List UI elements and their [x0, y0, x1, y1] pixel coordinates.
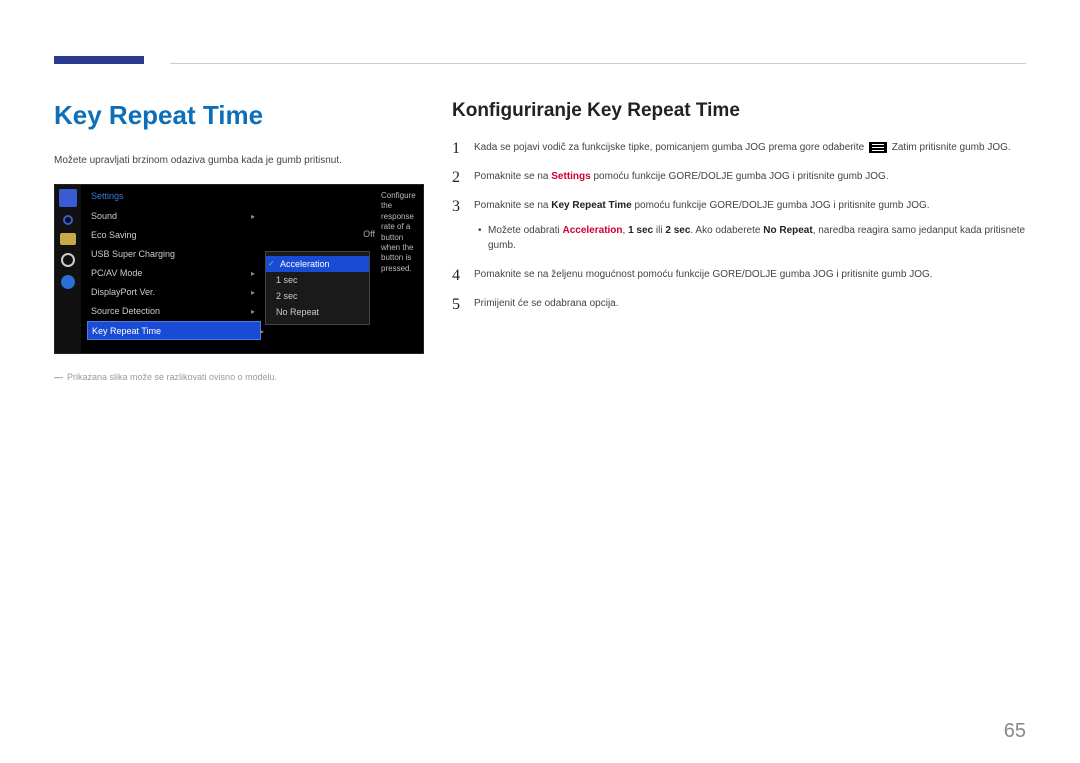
osd-option: 2 sec — [266, 288, 369, 304]
step-number: 2 — [452, 166, 460, 190]
column-right: Konfiguriranje Key Repeat Time 1 Kada se… — [452, 100, 1026, 311]
osd-item: DisplayPort Ver. — [91, 283, 251, 302]
osd-option: No Repeat — [266, 304, 369, 320]
step-text: Pomaknite se na — [474, 200, 551, 211]
picture-icon — [63, 215, 73, 225]
steps-list: 1 Kada se pojavi vodič za funkcijske tip… — [452, 140, 1026, 311]
step-bullet-list: Možete odabrati Acceleration, 1 sec ili … — [474, 223, 1026, 253]
highlight-acceleration: Acceleration — [563, 225, 623, 236]
osd-popup: Acceleration 1 sec 2 sec No Repeat — [265, 251, 370, 325]
disclaimer: ―Prikazana slika može se razlikovati ovi… — [54, 372, 434, 382]
step-number: 5 — [452, 293, 460, 317]
page-content: Key Repeat Time Možete upravljati brzino… — [54, 100, 1026, 713]
highlight-norepeat: No Repeat — [763, 225, 812, 236]
osd-description: Configure the response rate of a button … — [381, 191, 419, 274]
osd-option: 1 sec — [266, 272, 369, 288]
step-number: 3 — [452, 195, 460, 219]
osd-option-selected: Acceleration — [266, 256, 369, 272]
osd-screenshot: Settings Sound Eco Saving USB Super Char… — [54, 184, 424, 354]
osd-heading: Settings — [91, 191, 251, 201]
osd-sidebar — [55, 185, 81, 353]
step-text: pomoću funkcije GORE/DOLJE gumba JOG i p… — [632, 200, 930, 211]
step-2: 2 Pomaknite se na Settings pomoću funkci… — [452, 169, 1026, 184]
step-text: pomoću funkcije GORE/DOLJE gumba JOG i p… — [591, 171, 889, 182]
step-3: 3 Pomaknite se na Key Repeat Time pomoću… — [452, 198, 1026, 253]
osd-item: Eco Saving — [91, 226, 251, 245]
info-icon — [61, 275, 75, 289]
step-1: 1 Kada se pojavi vodič za funkcijske tip… — [452, 140, 1026, 155]
disclaimer-text: Prikazana slika može se razlikovati ovis… — [67, 372, 277, 382]
bullet-text: Možete odabrati — [488, 225, 563, 236]
bullet-text: . Ako odaberete — [690, 225, 763, 236]
osd-item-selected: Key Repeat Time — [87, 321, 261, 340]
highlight-key-repeat: Key Repeat Time — [551, 200, 631, 211]
highlight-2sec: 2 sec — [665, 225, 690, 236]
osd-item: USB Super Charging — [91, 245, 251, 264]
accent-bar — [54, 56, 144, 64]
divider-top — [170, 63, 1026, 64]
step-text: Primijenit će se odabrana opcija. — [474, 298, 619, 309]
bullet-item: Možete odabrati Acceleration, 1 sec ili … — [474, 223, 1026, 253]
feature-title: Key Repeat Time — [54, 100, 434, 131]
page-number: 65 — [1004, 720, 1026, 743]
osd-main-panel: Settings Sound Eco Saving USB Super Char… — [81, 185, 261, 353]
osd-eco-value: Off — [363, 229, 375, 239]
osd-item: Sound — [91, 207, 251, 226]
step-number: 4 — [452, 264, 460, 288]
intro-text: Možete upravljati brzinom odaziva gumba … — [54, 155, 434, 166]
list-icon — [60, 233, 76, 245]
step-text: Pomaknite se na željenu mogućnost pomoću… — [474, 269, 933, 280]
config-title: Konfiguriranje Key Repeat Time — [452, 100, 1026, 122]
step-5: 5 Primijenit će se odabrana opcija. — [452, 296, 1026, 311]
step-text: Kada se pojavi vodič za funkcijske tipke… — [474, 142, 867, 153]
highlight-1sec: 1 sec — [628, 225, 653, 236]
osd-item: Source Detection — [91, 302, 251, 321]
step-text: Zatim pritisnite gumb JOG. — [889, 142, 1011, 153]
step-4: 4 Pomaknite se na željenu mogućnost pomo… — [452, 267, 1026, 282]
osd-item: PC/AV Mode — [91, 264, 251, 283]
step-number: 1 — [452, 137, 460, 161]
gear-icon — [61, 253, 75, 267]
highlight-settings: Settings — [551, 171, 590, 182]
column-left: Key Repeat Time Možete upravljati brzino… — [54, 100, 434, 382]
step-text: Pomaknite se na — [474, 171, 551, 182]
bullet-text: ili — [653, 225, 665, 236]
monitor-icon — [59, 189, 77, 207]
menu-icon — [869, 142, 887, 153]
